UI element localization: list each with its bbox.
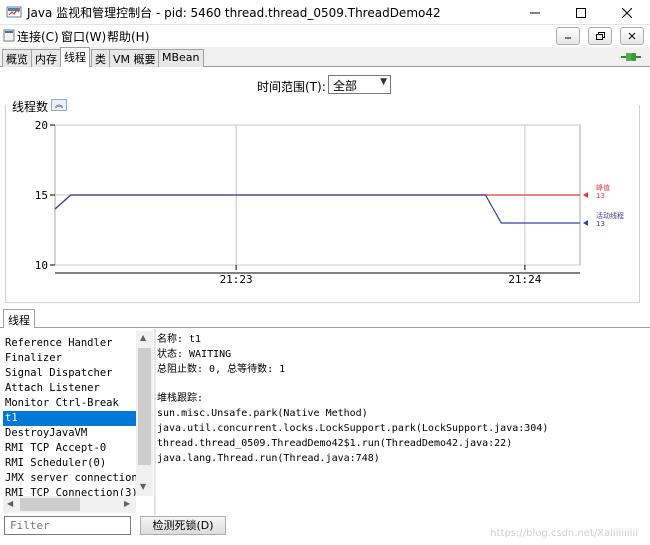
- list-item[interactable]: t1: [3, 411, 136, 426]
- stack-frame: java.lang.Thread.run(Thread.java:748): [157, 453, 380, 464]
- scroll-right-icon[interactable]: ▶: [124, 499, 130, 508]
- tab-classes[interactable]: 类: [91, 49, 110, 67]
- scroll-left-icon[interactable]: ◀: [7, 499, 13, 508]
- watermark: https://blog.csdn.net/Xaliiiiiiiii: [490, 528, 638, 539]
- lower-tab-border: [0, 327, 650, 328]
- filter-input[interactable]: [4, 516, 131, 535]
- thread-list-vscroll[interactable]: ▲ ▼: [136, 331, 153, 496]
- tab-mbean[interactable]: MBean: [158, 49, 204, 67]
- close-icon: [622, 7, 632, 18]
- thread-counts: 总阻止数: 0, 总等待数: 1: [157, 364, 286, 375]
- menu-bar: 连接(C) 窗口(W) 帮助(H): [0, 25, 650, 47]
- series-name: 峰值: [596, 183, 610, 192]
- maximize-button[interactable]: [558, 0, 604, 25]
- tab-memory[interactable]: 内存: [31, 49, 61, 67]
- series-name: 活动线程: [596, 211, 624, 220]
- scroll-down-icon[interactable]: ▼: [140, 482, 146, 491]
- stack-frame: sun.misc.Unsafe.park(Native Method): [157, 408, 368, 419]
- close-button[interactable]: [604, 0, 650, 25]
- menu-connect[interactable]: 连接(C): [17, 28, 59, 45]
- java-app-icon: [6, 6, 22, 18]
- restore-icon: [595, 32, 605, 40]
- stack-trace-title: 堆栈跟踪:: [157, 393, 204, 404]
- list-item[interactable]: JMX server connection: [5, 471, 138, 486]
- close-icon: [628, 32, 636, 40]
- document-icon: [3, 29, 15, 42]
- series-marker-1: [583, 220, 588, 226]
- maximize-icon: [576, 7, 586, 18]
- minimize-icon: [565, 37, 571, 39]
- thread-detail: 名称: t1 状态: WAITING 总阻止数: 0, 总等待数: 1 堆栈跟踪…: [157, 331, 647, 511]
- y-tick-label: 10: [35, 259, 48, 272]
- mdi-close-button[interactable]: [620, 27, 644, 45]
- title-bar: Java 监视和管理控制台 - pid: 5460 thread.thread_…: [0, 0, 650, 25]
- tab-overview[interactable]: 概览: [2, 49, 32, 67]
- mdi-minimize-button[interactable]: [556, 27, 580, 45]
- series-marker-0: [583, 192, 588, 198]
- list-item[interactable]: Finalizer: [5, 351, 135, 366]
- list-item[interactable]: Signal Dispatcher: [5, 366, 135, 381]
- scroll-up-icon[interactable]: ▲: [140, 333, 146, 342]
- series-current-value: 13: [596, 192, 605, 200]
- list-item[interactable]: Attach Listener: [5, 381, 135, 396]
- window-title: Java 监视和管理控制台 - pid: 5460 thread.thread_…: [27, 6, 441, 20]
- scroll-thumb[interactable]: [138, 348, 151, 465]
- connection-status-icon[interactable]: [620, 50, 642, 64]
- list-item[interactable]: RMI TCP Accept-0: [5, 441, 135, 456]
- list-item[interactable]: Monitor Ctrl-Break: [5, 396, 135, 411]
- threads-panel: 时间范围(T): 全部 ▼ 线程数 ︽ 10 15 20 21:23 21:24 峰值 13…: [0, 67, 650, 545]
- thread-name: 名称: t1: [157, 334, 202, 345]
- menu-window[interactable]: 窗口(W): [61, 28, 106, 45]
- detect-deadlock-button[interactable]: 检测死锁(D): [140, 516, 226, 535]
- menu-help[interactable]: 帮助(H): [107, 28, 149, 45]
- minimize-icon: [530, 12, 540, 13]
- list-item[interactable]: DestroyJavaVM: [5, 426, 135, 441]
- scroll-thumb[interactable]: [20, 498, 80, 511]
- x-tick-label: 21:24: [508, 273, 541, 286]
- x-tick-label: 21:23: [220, 273, 253, 286]
- thread-list[interactable]: Reference Handler Finalizer Signal Dispatc…: [3, 331, 153, 511]
- list-item[interactable]: RMI Scheduler(0): [5, 456, 135, 471]
- minimize-button[interactable]: [512, 0, 558, 25]
- tab-vm-summary[interactable]: VM 概要: [109, 49, 160, 67]
- stack-frame: thread.thread_0509.ThreadDemo42$1.run(Th…: [157, 438, 513, 449]
- y-tick-label: 20: [35, 119, 48, 132]
- thread-count-chart: 10152021:23 21:24峰值13活动线程13: [35, 119, 624, 286]
- tab-threads[interactable]: 线程: [60, 47, 90, 68]
- split-pane-divider[interactable]: [154, 329, 156, 515]
- mdi-restore-button[interactable]: [588, 27, 612, 45]
- thread-list-hscroll[interactable]: ◀ ▶: [3, 496, 136, 513]
- tab-thread-list[interactable]: 线程: [3, 309, 35, 328]
- stack-frame: java.util.concurrent.locks.LockSupport.p…: [157, 423, 549, 434]
- list-item[interactable]: Reference Handler: [5, 336, 135, 351]
- series-current-value: 13: [596, 220, 605, 228]
- tab-bar: 概览 内存 线程 类 VM 概要 MBean: [0, 47, 650, 68]
- thread-state: 状态: WAITING: [157, 349, 232, 360]
- y-tick-label: 15: [35, 189, 48, 202]
